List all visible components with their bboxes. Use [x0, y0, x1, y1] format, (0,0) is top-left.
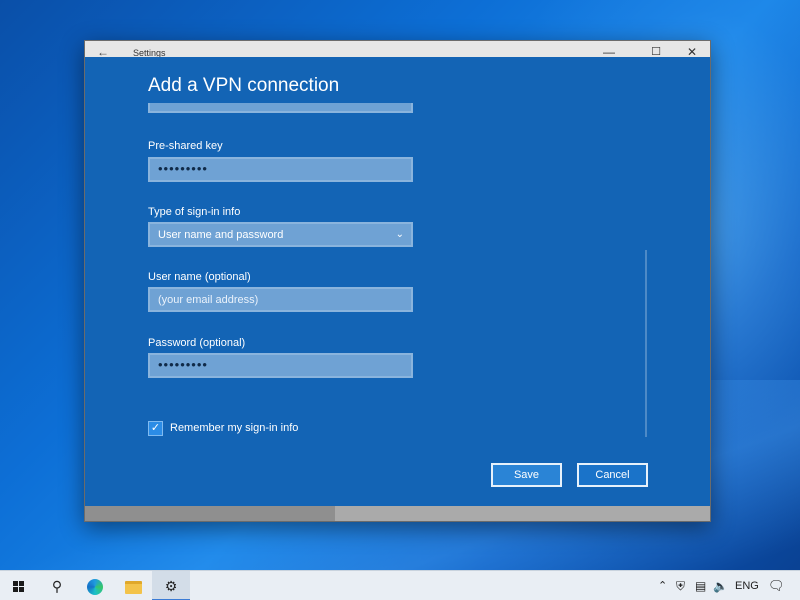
language-indicator[interactable]: ENG: [735, 571, 759, 600]
windows-start-icon: [13, 581, 25, 593]
username-placeholder: (your email address): [158, 294, 259, 306]
remember-signin-label: Remember my sign-in info: [170, 422, 299, 434]
taskbar: ⚲ ⚙ ⌃ ⛨ ▤ 🔈 ENG 🗨: [0, 570, 800, 600]
signin-type-select[interactable]: User name and password ⌄: [148, 222, 413, 247]
settings-window: ← Settings — ☐ ✕ Add a VPN connection Pr…: [84, 40, 711, 522]
window-bottom-strip-left: [85, 506, 335, 521]
file-explorer-taskbar-button[interactable]: [114, 571, 152, 600]
password-input[interactable]: •••••••••: [148, 353, 413, 378]
vertical-scrollbar[interactable]: [645, 250, 647, 437]
security-shield-icon[interactable]: ⛨: [676, 571, 685, 600]
psk-label: Pre-shared key: [148, 140, 223, 152]
edge-taskbar-button[interactable]: [76, 571, 114, 600]
start-button[interactable]: [0, 571, 38, 600]
chevron-down-icon: ⌄: [395, 229, 404, 240]
search-icon: ⚲: [51, 578, 63, 594]
settings-taskbar-button[interactable]: ⚙: [152, 571, 190, 600]
signin-type-value: User name and password: [158, 229, 284, 241]
checkmark-icon[interactable]: ✓: [148, 421, 163, 436]
volume-icon[interactable]: 🔈: [713, 571, 728, 600]
scrolled-field-stub[interactable]: [148, 103, 413, 113]
signin-type-label: Type of sign-in info: [148, 206, 241, 218]
username-input[interactable]: (your email address): [148, 287, 413, 312]
save-button[interactable]: Save: [491, 463, 562, 487]
edge-icon: [87, 579, 103, 596]
notification-icon[interactable]: 🗨: [768, 571, 785, 600]
dialog-title: Add a VPN connection: [148, 75, 340, 96]
password-label: Password (optional): [148, 337, 246, 349]
settings-icon: ⚙: [164, 578, 178, 594]
psk-input[interactable]: •••••••••: [148, 157, 413, 182]
search-button[interactable]: ⚲: [38, 571, 76, 600]
username-label: User name (optional): [148, 271, 251, 283]
chevron-up-icon[interactable]: ⌃: [658, 571, 667, 600]
cancel-button[interactable]: Cancel: [577, 463, 648, 487]
vpn-dialog: Add a VPN connection Pre-shared key ••••…: [85, 57, 710, 507]
window-bottom-strip: [85, 506, 710, 521]
file-explorer-icon: [124, 580, 142, 594]
network-icon[interactable]: ▤: [695, 571, 706, 600]
